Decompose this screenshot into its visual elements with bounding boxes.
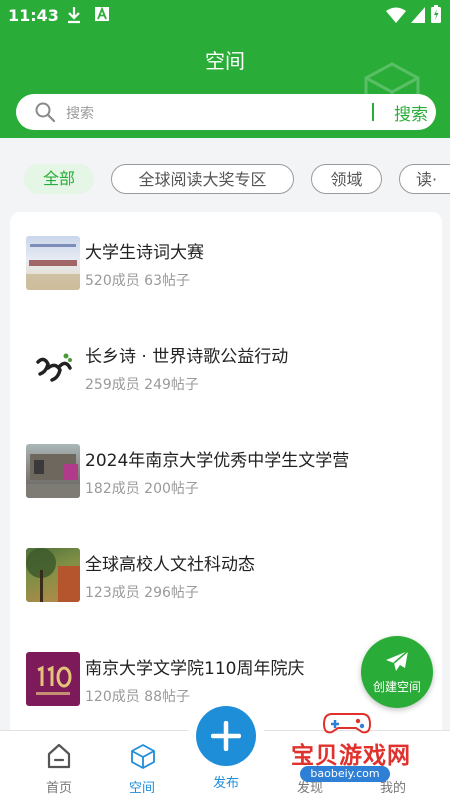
create-space-button[interactable]: 创建空间 (361, 636, 433, 708)
app-header: 11:43 空间 搜索 搜索 (0, 0, 450, 138)
tab-all[interactable]: 全部 (24, 164, 94, 194)
create-space-label: 创建空间 (372, 680, 421, 694)
status-bar: 11:43 (0, 0, 450, 32)
calligraphy-logo-thumbnail (26, 340, 80, 394)
app-notification-icon (95, 6, 109, 21)
status-time: 11:43 (8, 6, 59, 25)
nav-space[interactable]: 空间 (107, 731, 177, 801)
home-icon (47, 743, 71, 769)
space-item[interactable]: 2024年南京大学优秀中学生文学营 182成员 200帖子 (10, 420, 442, 500)
gamepad-icon (322, 713, 372, 734)
search-button[interactable]: 搜索 (394, 100, 428, 125)
search-icon (35, 102, 56, 123)
nav-space-label: 空间 (128, 781, 155, 796)
space-item[interactable]: 长乡诗 · 世界诗歌公益行动 259成员 249帖子 (10, 316, 442, 396)
paper-plane-icon (386, 650, 409, 671)
space-stats: 520成员 63帖子 (85, 273, 190, 289)
search-divider (372, 103, 374, 121)
publish-label: 发布 (212, 776, 239, 791)
space-name: 长乡诗 · 世界诗歌公益行动 (85, 347, 289, 367)
space-name: 大学生诗词大赛 (85, 243, 204, 263)
nav-home-label: 首页 (45, 781, 72, 796)
page-title: 空间 (205, 49, 245, 73)
campus-building-thumbnail (26, 444, 80, 498)
tab-field[interactable]: 领域 (311, 164, 382, 194)
watermark: 宝贝游戏网 baobeiy.com (276, 702, 450, 800)
space-name: 2024年南京大学优秀中学生文学营 (85, 451, 350, 471)
publish-circle (196, 706, 256, 766)
space-item[interactable]: 大学生诗词大赛 520成员 63帖子 (10, 212, 442, 292)
cellular-signal-icon (411, 7, 425, 23)
poetry-contest-thumbnail (26, 236, 80, 290)
search-bar[interactable]: 搜索 搜索 (16, 94, 436, 130)
watermark-url: baobeiy.com (300, 766, 390, 782)
space-name: 全球高校人文社科动态 (85, 555, 255, 575)
space-stats: 120成员 88帖子 (85, 689, 190, 705)
plus-icon (211, 721, 241, 751)
cube-icon (131, 744, 155, 769)
anniversary-110-thumbnail (26, 652, 80, 706)
search-input[interactable]: 搜索 (66, 103, 94, 123)
space-stats: 259成员 249帖子 (85, 377, 199, 393)
tab-reading[interactable]: 读· (399, 164, 450, 194)
space-stats: 123成员 296帖子 (85, 585, 199, 601)
category-tabs: 全部 全球阅读大奖专区 领域 读· (0, 152, 450, 208)
download-icon (68, 7, 80, 24)
wifi-icon (386, 7, 406, 23)
watermark-text: 宝贝游戏网 (291, 743, 411, 769)
battery-icon (431, 5, 441, 23)
space-stats: 182成员 200帖子 (85, 481, 199, 497)
tab-global-reading-award[interactable]: 全球阅读大奖专区 (111, 164, 294, 194)
nav-home[interactable]: 首页 (24, 731, 94, 801)
autumn-tree-thumbnail (26, 548, 80, 602)
publish-button[interactable]: 发布 (188, 698, 264, 791)
space-name: 南京大学文学院110周年院庆 (85, 659, 305, 679)
space-item[interactable]: 全球高校人文社科动态 123成员 296帖子 (10, 524, 442, 604)
